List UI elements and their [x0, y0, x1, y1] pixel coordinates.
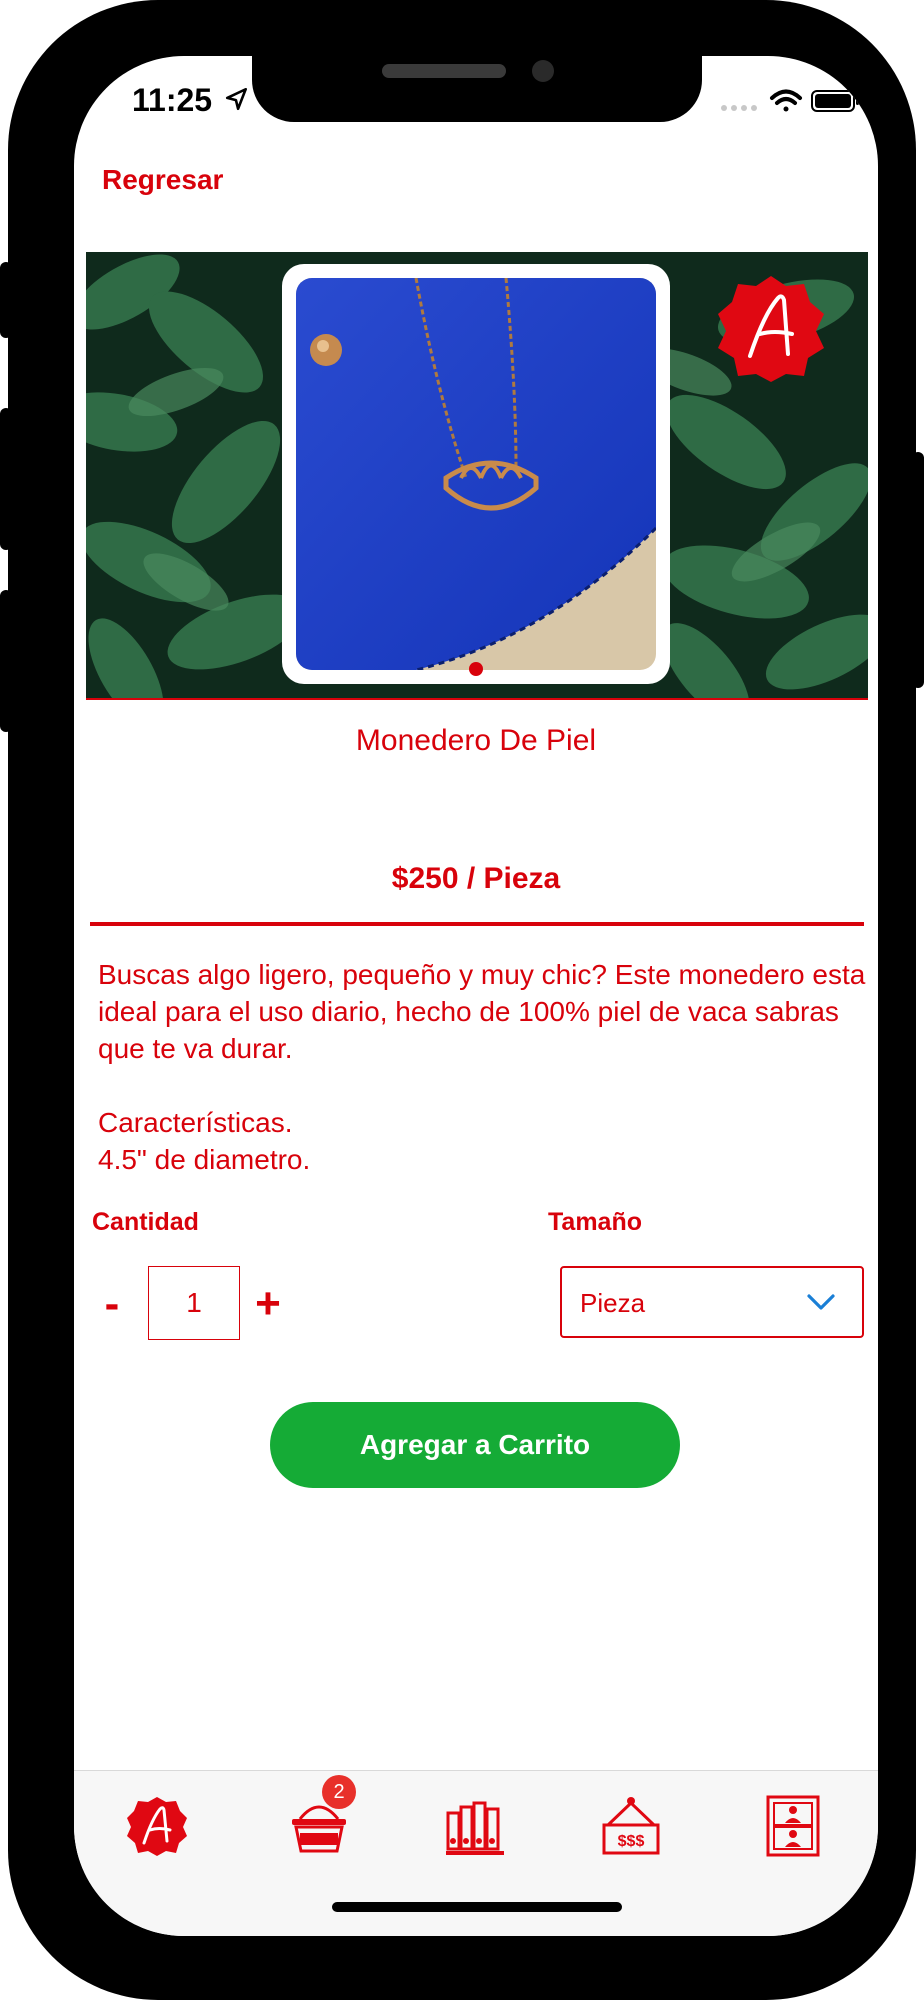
size-selected-value: Pieza: [580, 1288, 646, 1318]
product-photo: [296, 277, 658, 672]
phone-frame: 11:25 Regresar Monedero De Piel $250 / P…: [8, 0, 916, 2000]
tab-contacts[interactable]: [760, 1793, 826, 1859]
back-button[interactable]: Regresar: [102, 164, 223, 196]
price-sign-icon: $$$: [602, 1797, 660, 1855]
description-features-heading: Características.: [98, 1107, 293, 1138]
location-arrow-icon: [225, 87, 247, 111]
add-to-cart-button[interactable]: Agregar a Carrito: [270, 1402, 680, 1488]
phone-device: 11:25 Regresar Monedero De Piel $250 / P…: [0, 0, 924, 2000]
size-label: Tamaño: [548, 1208, 642, 1236]
tab-catalog[interactable]: [442, 1793, 508, 1859]
notch-speaker: [382, 64, 506, 78]
app-screen: 11:25 Regresar Monedero De Piel $250 / P…: [74, 56, 878, 1936]
wifi-icon: [770, 89, 802, 112]
quantity-increment-button[interactable]: +: [248, 1282, 288, 1326]
status-time: 11:25: [132, 82, 213, 118]
description-feature: 4.5" de diametro.: [98, 1144, 311, 1175]
brand-logo-icon: [127, 1797, 187, 1856]
status-indicators: [721, 89, 859, 112]
contacts-icon: [766, 1795, 820, 1857]
tab-home[interactable]: [124, 1793, 190, 1859]
product-price: $250 / Pieza: [391, 862, 561, 895]
description-paragraph: Buscas algo ligero, pequeño y muy chic? …: [98, 959, 866, 1064]
product-title: Monedero De Piel: [355, 724, 597, 757]
product-photo-card: [282, 264, 670, 684]
tab-prices[interactable]: $$$: [598, 1793, 664, 1859]
cart-count-badge: 2: [322, 1775, 356, 1809]
chevron-down-icon: [807, 1294, 835, 1310]
catalog-binders-icon: [446, 1801, 504, 1855]
home-indicator[interactable]: [332, 1902, 622, 1912]
quantity-label: Cantidad: [92, 1208, 199, 1236]
battery-icon: [811, 90, 859, 112]
carousel-page-dot[interactable]: [469, 662, 483, 676]
size-dropdown[interactable]: Pieza: [560, 1266, 864, 1338]
product-image-carousel[interactable]: [86, 252, 868, 700]
divider: [90, 922, 864, 926]
front-camera: [532, 60, 554, 82]
signal-icon: [721, 105, 757, 111]
product-description: Buscas algo ligero, pequeño y muy chic? …: [98, 956, 868, 1178]
svg-text:$$$: $$$: [618, 1833, 645, 1850]
notch: [252, 56, 702, 122]
tab-cart[interactable]: 2: [286, 1775, 356, 1859]
quantity-decrement-button[interactable]: -: [92, 1282, 132, 1326]
brand-logo-badge-icon: [718, 276, 824, 382]
quantity-input[interactable]: [148, 1266, 240, 1340]
